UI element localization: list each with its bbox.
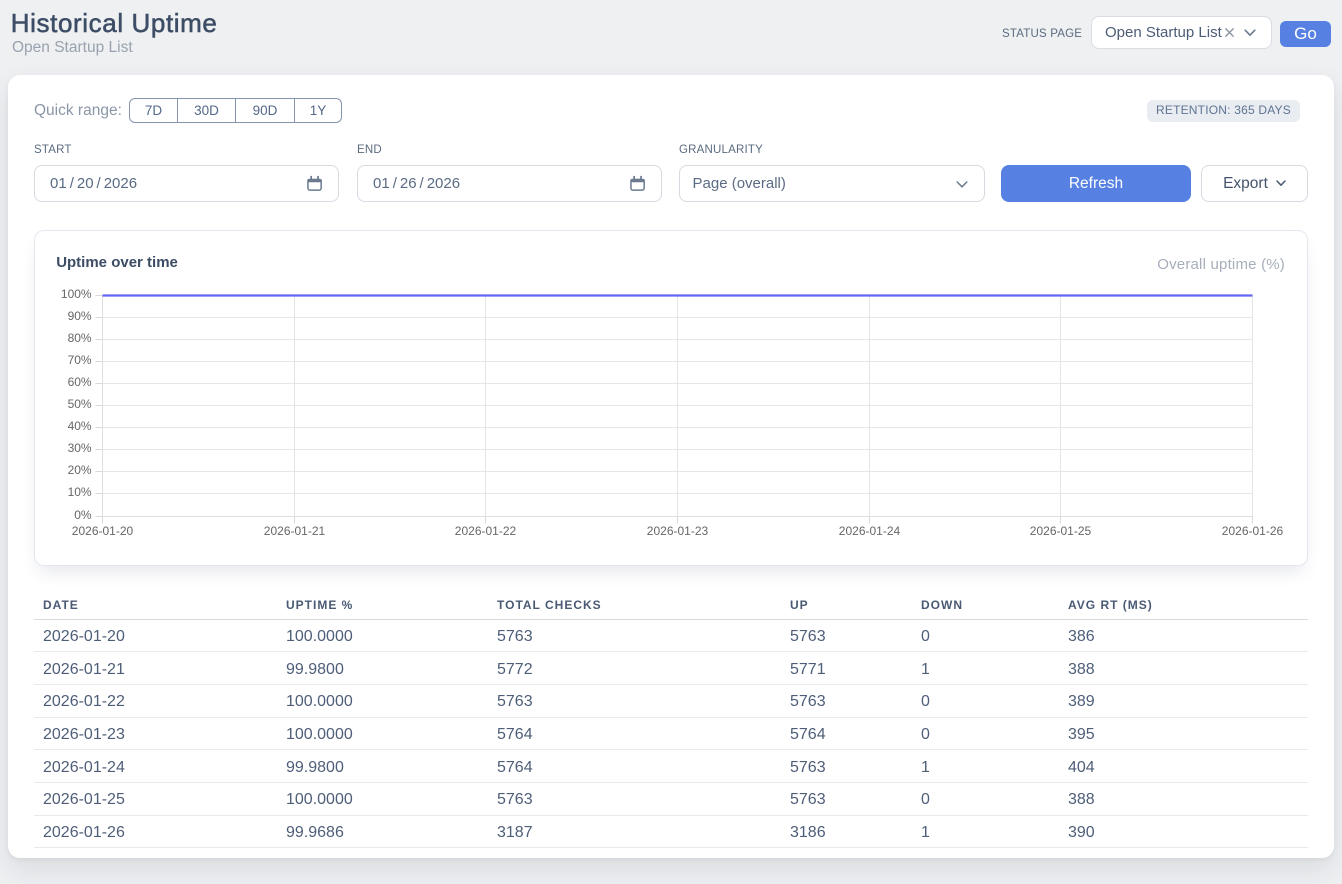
svg-text:2026-01-21: 2026-01-21 bbox=[264, 524, 326, 538]
svg-text:2026-01-25: 2026-01-25 bbox=[1030, 524, 1092, 538]
svg-text:80%: 80% bbox=[68, 331, 92, 345]
svg-text:10%: 10% bbox=[68, 485, 92, 499]
svg-text:2026-01-24: 2026-01-24 bbox=[839, 524, 901, 538]
svg-text:2026-01-22: 2026-01-22 bbox=[455, 524, 517, 538]
svg-text:40%: 40% bbox=[68, 419, 92, 433]
svg-text:60%: 60% bbox=[68, 375, 92, 389]
svg-text:2026-01-23: 2026-01-23 bbox=[647, 524, 709, 538]
svg-text:0%: 0% bbox=[74, 508, 92, 522]
svg-text:90%: 90% bbox=[68, 309, 92, 323]
svg-text:50%: 50% bbox=[68, 397, 92, 411]
svg-text:70%: 70% bbox=[68, 353, 92, 367]
svg-text:2026-01-26: 2026-01-26 bbox=[1222, 524, 1284, 538]
svg-text:100%: 100% bbox=[61, 287, 92, 301]
svg-text:30%: 30% bbox=[68, 441, 92, 455]
svg-text:20%: 20% bbox=[68, 463, 92, 477]
svg-text:2026-01-20: 2026-01-20 bbox=[72, 524, 134, 538]
